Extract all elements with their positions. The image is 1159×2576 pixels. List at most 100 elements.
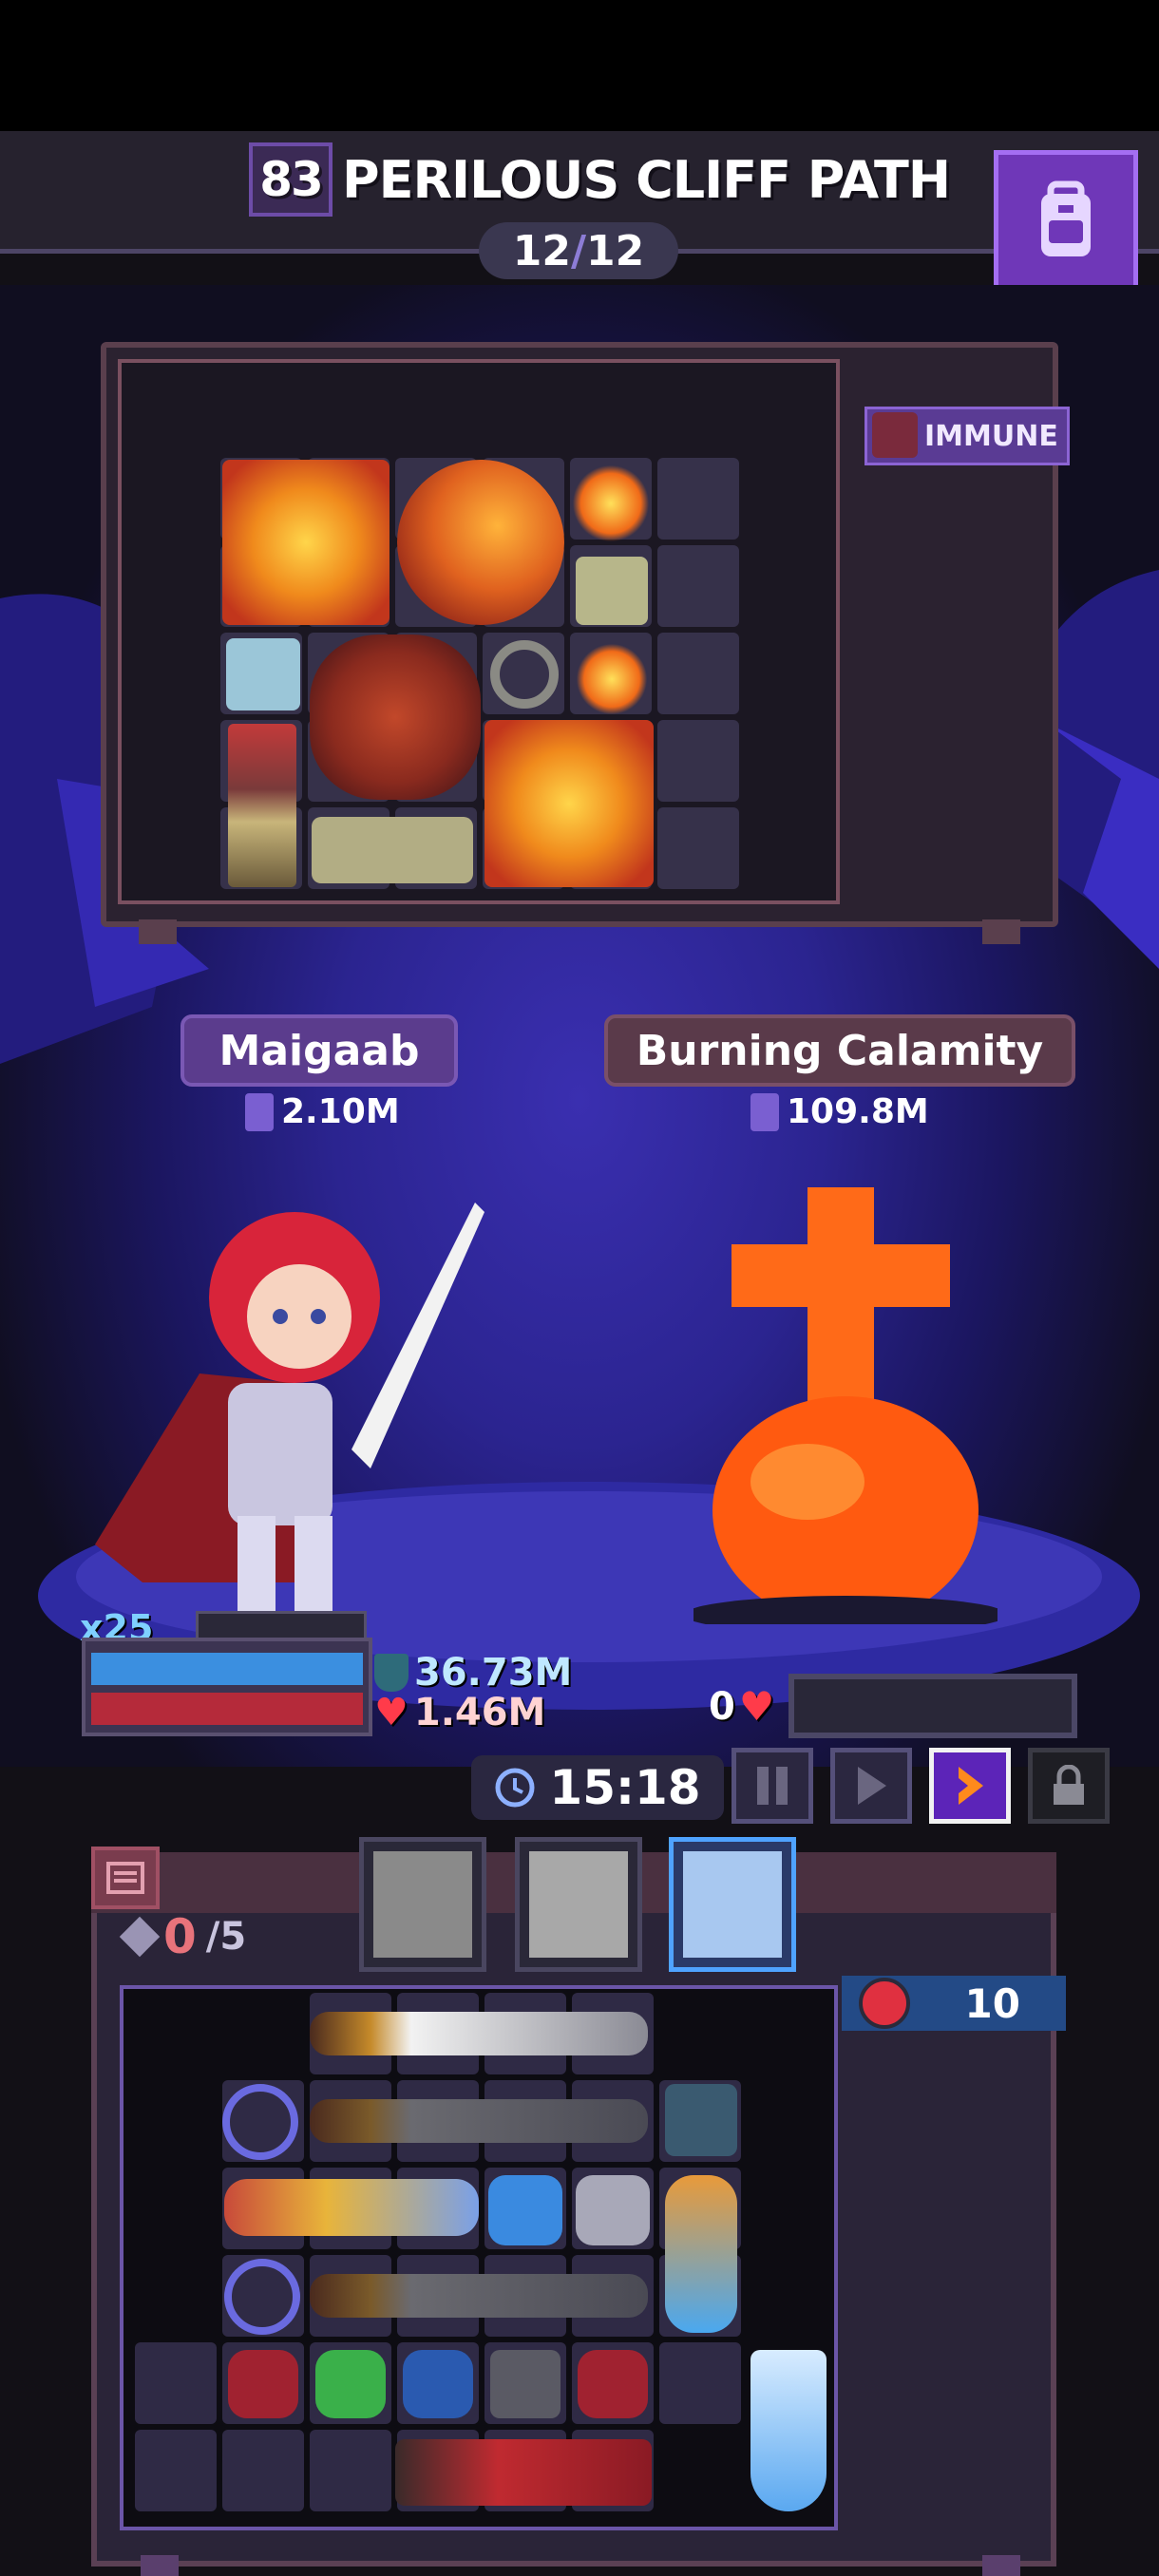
claw-item[interactable] — [315, 2350, 386, 2418]
boss-power-value: 109.8M — [787, 1092, 929, 1131]
heart-icon: ♥ — [374, 1691, 408, 1734]
gauntlet-item[interactable] — [576, 2175, 650, 2245]
lance-item[interactable] — [224, 2179, 479, 2236]
hero-name: Maigaab — [218, 1026, 420, 1075]
potion-item[interactable] — [226, 638, 300, 710]
ring-item[interactable] — [222, 2084, 298, 2160]
claw-item[interactable] — [403, 2350, 473, 2418]
inventory-slot — [657, 458, 739, 540]
boss-power: 109.8M — [750, 1092, 929, 1131]
chevron-right-icon — [959, 1767, 983, 1805]
portrait-icon — [529, 1851, 628, 1958]
skull-item[interactable] — [310, 635, 481, 800]
lock-icon — [1054, 1765, 1084, 1805]
enemy-face-icon — [859, 1978, 910, 2029]
rune-stone-item[interactable] — [665, 2084, 737, 2156]
hero-shield-stat: 36.73M — [374, 1651, 572, 1695]
boss-nameplate: Burning Calamity — [604, 1014, 1075, 1087]
banner-item[interactable] — [395, 2439, 652, 2506]
armor-item[interactable] — [490, 2350, 560, 2418]
flame-item[interactable] — [576, 644, 648, 714]
panel-foot — [139, 919, 177, 944]
potion-icon — [872, 412, 918, 458]
player-inventory-grid — [120, 1985, 838, 2530]
lock-button[interactable] — [1028, 1748, 1110, 1824]
heart-icon: ♥ — [738, 1683, 775, 1730]
backpack-button[interactable] — [994, 150, 1138, 294]
hero-power-value: 2.10M — [281, 1092, 400, 1131]
character-tab-3[interactable] — [669, 1837, 796, 1972]
sword-item[interactable] — [310, 2274, 648, 2318]
pause-button[interactable] — [732, 1748, 813, 1824]
play-button[interactable] — [830, 1748, 912, 1824]
sword-icon — [245, 1092, 274, 1131]
sword-icon — [750, 1092, 779, 1131]
inventory-slot[interactable] — [659, 2342, 741, 2424]
hero-power: 2.10M — [245, 1092, 400, 1131]
stage-title: PERILOUS CLIFF PATH — [342, 150, 951, 210]
sword-item[interactable] — [310, 2099, 648, 2143]
shield-icon — [374, 1654, 408, 1692]
boss-character[interactable] — [694, 1168, 998, 1624]
flame-item[interactable] — [572, 465, 650, 541]
timer-value: 15:18 — [549, 1760, 701, 1815]
list-icon — [106, 1862, 144, 1894]
shield-item[interactable] — [750, 2350, 826, 2511]
level-value: 83 — [259, 152, 324, 207]
character-tab-1[interactable] — [359, 1837, 486, 1972]
panel-foot — [982, 919, 1020, 944]
boss-name: Burning Calamity — [636, 1026, 1044, 1075]
stage-progress: 12/12 — [479, 222, 678, 279]
immune-label: IMMUNE — [924, 419, 1058, 453]
pause-icon — [757, 1767, 788, 1805]
bone-fragments-item[interactable] — [312, 817, 473, 883]
pouch-item[interactable] — [576, 557, 648, 625]
hero-shield-value: 36.73M — [414, 1651, 573, 1695]
inventory-slot[interactable] — [310, 2430, 391, 2511]
level-badge: 83 — [249, 142, 332, 217]
boss-hp-bar — [788, 1674, 1077, 1738]
panel-foot — [982, 2555, 1020, 2576]
hero-character[interactable] — [86, 1136, 504, 1630]
inventory-slot — [657, 633, 739, 714]
stage-total: 12 — [586, 226, 645, 275]
play-icon — [858, 1767, 886, 1805]
hero-shield-bar — [91, 1653, 363, 1685]
backpack-icon — [1041, 180, 1091, 256]
inventory-slot[interactable] — [135, 2430, 217, 2511]
claw-item[interactable] — [578, 2350, 648, 2418]
boss-hp-value: 0 — [709, 1684, 735, 1729]
character-tab-2[interactable] — [515, 1837, 642, 1972]
inventory-slot[interactable] — [135, 2342, 217, 2424]
gauntlet-item[interactable] — [488, 2175, 562, 2245]
fire-scroll-item[interactable] — [222, 460, 390, 625]
panel-foot — [141, 2555, 179, 2576]
sword-item[interactable] — [310, 2012, 648, 2055]
hero-nameplate: Maigaab — [180, 1014, 458, 1087]
ring-item[interactable] — [490, 640, 559, 709]
fire-scroll-item[interactable] — [484, 720, 654, 887]
hero-hp-bar — [91, 1693, 363, 1725]
ring-item[interactable] — [224, 2259, 300, 2335]
inventory-slot — [657, 545, 739, 627]
gem-icon — [119, 1916, 161, 1958]
medal-item[interactable] — [228, 724, 296, 887]
inventory-slot[interactable] — [222, 2430, 304, 2511]
stage-current: 12 — [512, 226, 571, 275]
menu-button[interactable] — [91, 1847, 160, 1909]
fast-forward-button[interactable] — [929, 1748, 1011, 1824]
hero-hp-value: 1.46M — [413, 1691, 546, 1734]
fireball-item[interactable] — [397, 460, 564, 625]
stage-separator: / — [570, 226, 587, 275]
boss-hp-stat: 0 ♥ — [709, 1683, 775, 1730]
crystal-item[interactable] — [665, 2175, 737, 2333]
inventory-slot — [657, 720, 739, 802]
status-bar-area — [0, 0, 1159, 131]
battle-timer: 15:18 — [471, 1755, 724, 1820]
portrait-icon — [683, 1851, 782, 1958]
opponent-count: 10 — [964, 1979, 1020, 2027]
gems-max: /5 — [205, 1915, 247, 1959]
hero-hp-stat: ♥ 1.46M — [374, 1691, 545, 1734]
claw-item[interactable] — [228, 2350, 298, 2418]
clock-icon — [495, 1768, 535, 1808]
